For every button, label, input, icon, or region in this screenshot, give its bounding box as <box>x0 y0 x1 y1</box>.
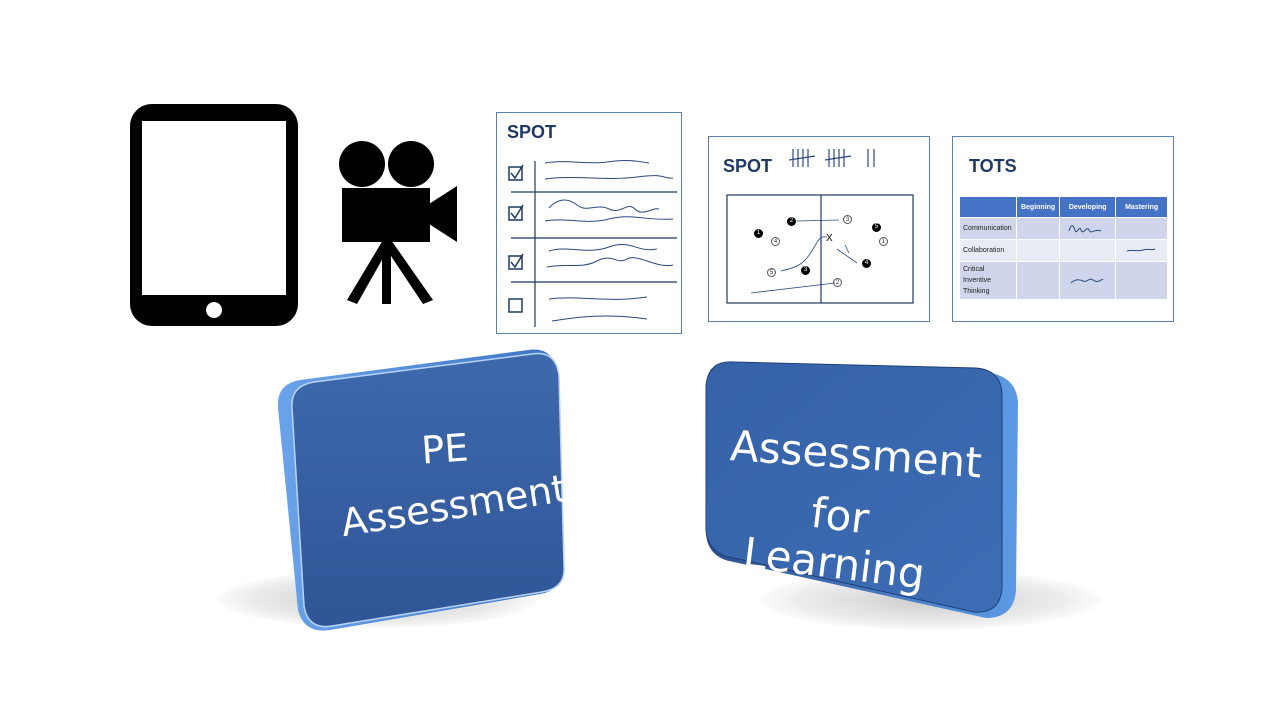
scribble-mark <box>1070 278 1104 283</box>
tots-cell <box>1115 261 1168 300</box>
tots-header-cell: Beginning <box>1015 196 1061 218</box>
tots-cell <box>1059 217 1117 240</box>
tots-header-cell <box>959 196 1017 218</box>
player-marker-filled: 5 <box>872 223 881 232</box>
tots-cell <box>1059 261 1117 300</box>
tablet-icon <box>130 104 298 326</box>
tots-row: Communication <box>959 217 1168 240</box>
player-marker-open: 1 <box>879 237 888 246</box>
tots-row: Critical Inventive Thinking <box>959 261 1168 300</box>
tots-header-cell: Mastering <box>1115 196 1168 218</box>
tots-cell <box>1115 239 1168 262</box>
tots-row-label: Critical Inventive Thinking <box>959 261 1017 300</box>
tots-rubric-table: Beginning Developing Mastering Communica… <box>959 196 1168 300</box>
player-marker-open: 3 <box>843 215 852 224</box>
x-marker: X <box>826 233 833 244</box>
tots-cell <box>1015 217 1061 240</box>
tots-header-cell: Developing <box>1059 196 1117 218</box>
scribble-mark <box>1068 224 1102 232</box>
playing-field <box>726 194 914 304</box>
player-marker-filled: 1 <box>754 229 763 238</box>
tots-header-row: Beginning Developing Mastering <box>959 196 1168 218</box>
player-marker-filled: 2 <box>787 217 796 226</box>
tots-cell <box>1115 217 1168 240</box>
player-marker-open: 4 <box>771 237 780 246</box>
tots-row-label: Collaboration <box>959 239 1017 262</box>
player-marker-open: 5 <box>767 268 776 277</box>
tots-cell <box>1015 239 1061 262</box>
tots-card: TOTS Beginning Developing Mastering Comm… <box>952 136 1174 322</box>
pe-tile-line1: PE <box>419 425 470 473</box>
video-camera-icon <box>339 141 457 304</box>
tots-title: TOTS <box>969 156 1017 176</box>
scribble-mark <box>1127 248 1156 251</box>
tots-cell <box>1015 261 1061 300</box>
tots-row-label: Communication <box>959 217 1017 240</box>
checklist-lines <box>508 159 677 327</box>
tots-row: Collaboration <box>959 239 1168 262</box>
player-marker-filled: 3 <box>801 266 810 275</box>
spot-checklist-card: SPOT <box>496 112 682 334</box>
tots-cell <box>1059 239 1117 262</box>
player-marker-filled: 4 <box>862 259 871 268</box>
player-marker-open: 2 <box>833 278 842 287</box>
spot-field-card: SPOT 1 2 3 4 5 1 2 3 4 5 X <box>708 136 930 322</box>
